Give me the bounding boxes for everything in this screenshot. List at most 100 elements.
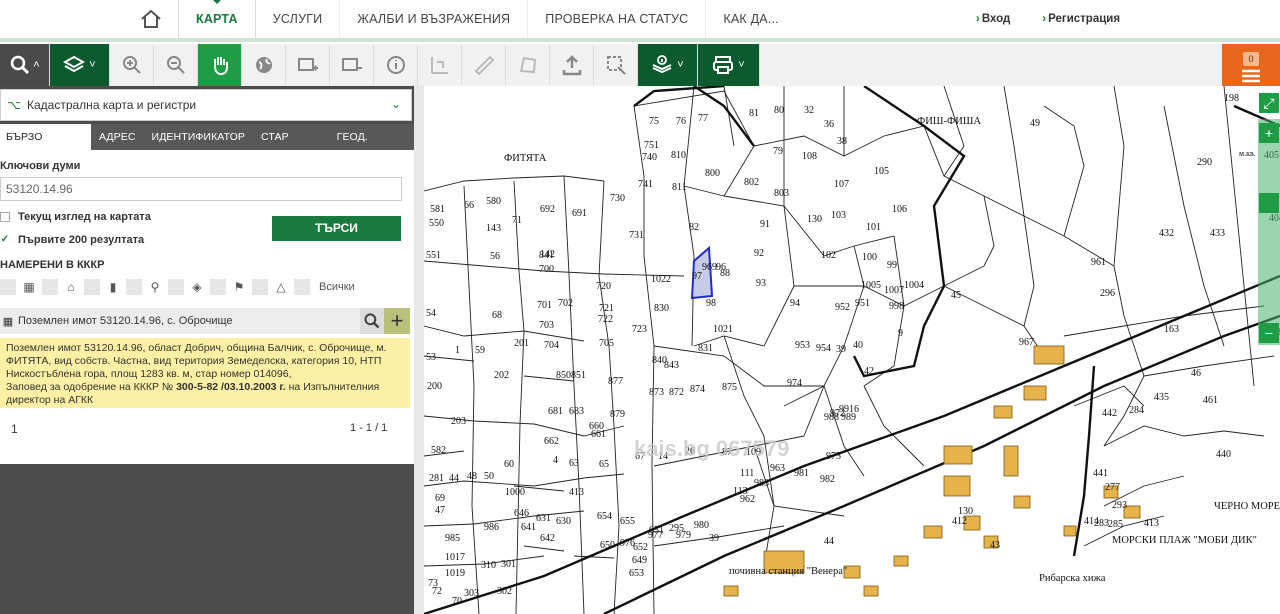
filter-box[interactable]: [42, 279, 58, 295]
parcel-number: 310: [481, 560, 496, 571]
map-canvas[interactable]: 75 76 77751740 810741 8118007307318281 80 3236…: [424, 86, 1280, 614]
tab-geodetic-base[interactable]: ГЕОД. ОСНОВА: [329, 124, 414, 169]
zoom-out-icon[interactable]: −: [1259, 323, 1279, 343]
area-label-fish-fisha: ФИШ-ФИША: [917, 116, 981, 127]
filter-box[interactable]: [168, 279, 184, 295]
zoom-to-result-button[interactable]: [360, 308, 384, 334]
polygon-icon[interactable]: △: [271, 279, 291, 295]
parcel-number: 412: [952, 516, 967, 527]
layers-button[interactable]: ˅: [50, 44, 110, 86]
tab-old-identifier[interactable]: СТАР ИДЕНТ.: [253, 124, 329, 169]
pan-button[interactable]: [198, 44, 242, 86]
parcel-number: 879: [610, 409, 625, 420]
parcel-number: 102: [821, 250, 836, 261]
zoom-slider[interactable]: ⤢ + −: [1258, 93, 1280, 345]
parcel-number: 981: [794, 468, 809, 479]
current-view-checkbox[interactable]: Текущ изглед на картата: [0, 211, 151, 223]
parcel-number: 655: [620, 516, 635, 527]
layer-selector[interactable]: ⌥ Кадастрална карта и регистри ⌄: [0, 89, 412, 121]
select-area-button[interactable]: [594, 44, 638, 86]
zoom-in-icon: [122, 56, 141, 74]
measure-area-button[interactable]: [506, 44, 550, 86]
keywords-input[interactable]: 53120.14.96: [0, 177, 402, 201]
zoom-out-button[interactable]: [154, 44, 198, 86]
tab-identifier[interactable]: ИДЕНТИФИКАТОР: [144, 124, 253, 150]
expand-icon[interactable]: ⤢: [1259, 93, 1279, 113]
pin-icon[interactable]: ⚲: [145, 279, 165, 295]
nav-how-to[interactable]: КАК ДА...: [706, 0, 795, 38]
parcel-number: 413: [569, 487, 584, 498]
nav-services[interactable]: УСЛУГИ: [256, 0, 341, 38]
cadastral-map[interactable]: 75 76 77 751 740 810 741 811 800 730 731 82 81 80 32 36…: [414, 86, 1280, 614]
parcel-number: 875: [722, 382, 737, 393]
filter-box[interactable]: [252, 279, 268, 295]
parcel-number: 969: [702, 262, 717, 273]
search-tool-button[interactable]: ˄: [0, 44, 50, 86]
register-link[interactable]: › Регистрация: [1042, 13, 1136, 25]
coordinates-button[interactable]: [418, 44, 462, 86]
zoom-box-out-button[interactable]: [330, 44, 374, 86]
search-button[interactable]: ТЪРСИ: [272, 216, 401, 241]
layer-info-button[interactable]: ˅: [638, 44, 698, 86]
parcel-number: 277: [1105, 482, 1120, 493]
flag-icon[interactable]: ⚑: [229, 279, 249, 295]
login-link[interactable]: › Вход: [976, 13, 1026, 25]
print-button[interactable]: ˅: [698, 44, 760, 86]
upload-button[interactable]: [550, 44, 594, 86]
parcel-number: 952: [835, 302, 850, 313]
parcel-number: 53: [426, 352, 436, 363]
parcel-number: 651: [649, 525, 664, 536]
building-icon[interactable]: ▮: [103, 279, 123, 295]
parcel-number: 741: [638, 179, 653, 190]
zoom-box-in-button[interactable]: [286, 44, 330, 86]
nav-map[interactable]: КАРТА: [178, 0, 256, 38]
tab-quick-search[interactable]: БЪРЗО ТЪРСЕНЕ: [0, 124, 91, 169]
parcel-number: 103: [831, 210, 846, 221]
parcel-number: 79: [773, 146, 783, 157]
pagination: 1 1 - 1 / 1: [0, 422, 410, 442]
parcel-number: 45: [951, 290, 961, 301]
filter-box[interactable]: [210, 279, 226, 295]
add-result-button[interactable]: +: [384, 308, 410, 334]
parcel-number: 683: [569, 406, 584, 417]
measure-distance-button[interactable]: [462, 44, 506, 86]
parcel-number: 954: [816, 343, 831, 354]
filter-box[interactable]: [84, 279, 100, 295]
home-icon[interactable]: ⌂: [61, 279, 81, 295]
parcel-number: 70: [452, 596, 462, 607]
info-button[interactable]: [374, 44, 418, 86]
layers-icon[interactable]: ◈: [187, 279, 207, 295]
parcel-number: 650: [600, 540, 615, 551]
parcel-number: 130: [958, 506, 973, 517]
parcel-number: 802: [744, 177, 759, 188]
result-title: Поземлен имот 53120.14.96, с. Оброчище: [18, 315, 233, 327]
filter-box[interactable]: [126, 279, 142, 295]
zoom-in-button[interactable]: [110, 44, 154, 86]
parcel-number: 661: [591, 429, 606, 440]
home-icon[interactable]: [130, 0, 172, 38]
first-200-checkbox[interactable]: ✓ Първите 200 резултата: [0, 234, 144, 246]
rectangle-minus-icon: [341, 58, 362, 71]
parcel-number: 293: [1112, 500, 1127, 511]
filter-box[interactable]: [0, 279, 16, 295]
results-menu-button[interactable]: 0: [1222, 44, 1280, 86]
nav-status-check[interactable]: ПРОВЕРКА НА СТАТУС: [528, 0, 707, 38]
zoom-handle[interactable]: [1259, 193, 1279, 213]
parcel-number: 874: [690, 384, 705, 395]
parcel-number: 872: [669, 387, 684, 398]
full-extent-button[interactable]: [242, 44, 286, 86]
parcel-number: 980: [694, 520, 709, 531]
zoom-in-icon[interactable]: +: [1259, 123, 1279, 143]
parcel-number: 203: [451, 416, 466, 427]
page-number[interactable]: 1: [11, 422, 18, 436]
nav-complaints[interactable]: ЖАЛБИ И ВЪЗРАЖЕНИЯ: [340, 0, 529, 38]
result-row[interactable]: ▦ Поземлен имот 53120.14.96, с. Оброчище…: [0, 308, 410, 334]
parcel-number: 962: [740, 494, 755, 505]
grid-icon[interactable]: ▦: [19, 279, 39, 295]
tab-address[interactable]: АДРЕС: [91, 124, 144, 150]
parcel-number: 48: [467, 471, 477, 482]
parcel-number: 700: [539, 264, 554, 275]
all-filter[interactable]: Всички: [319, 279, 355, 295]
parcel-number: 649: [632, 555, 647, 566]
filter-box[interactable]: [294, 279, 310, 295]
